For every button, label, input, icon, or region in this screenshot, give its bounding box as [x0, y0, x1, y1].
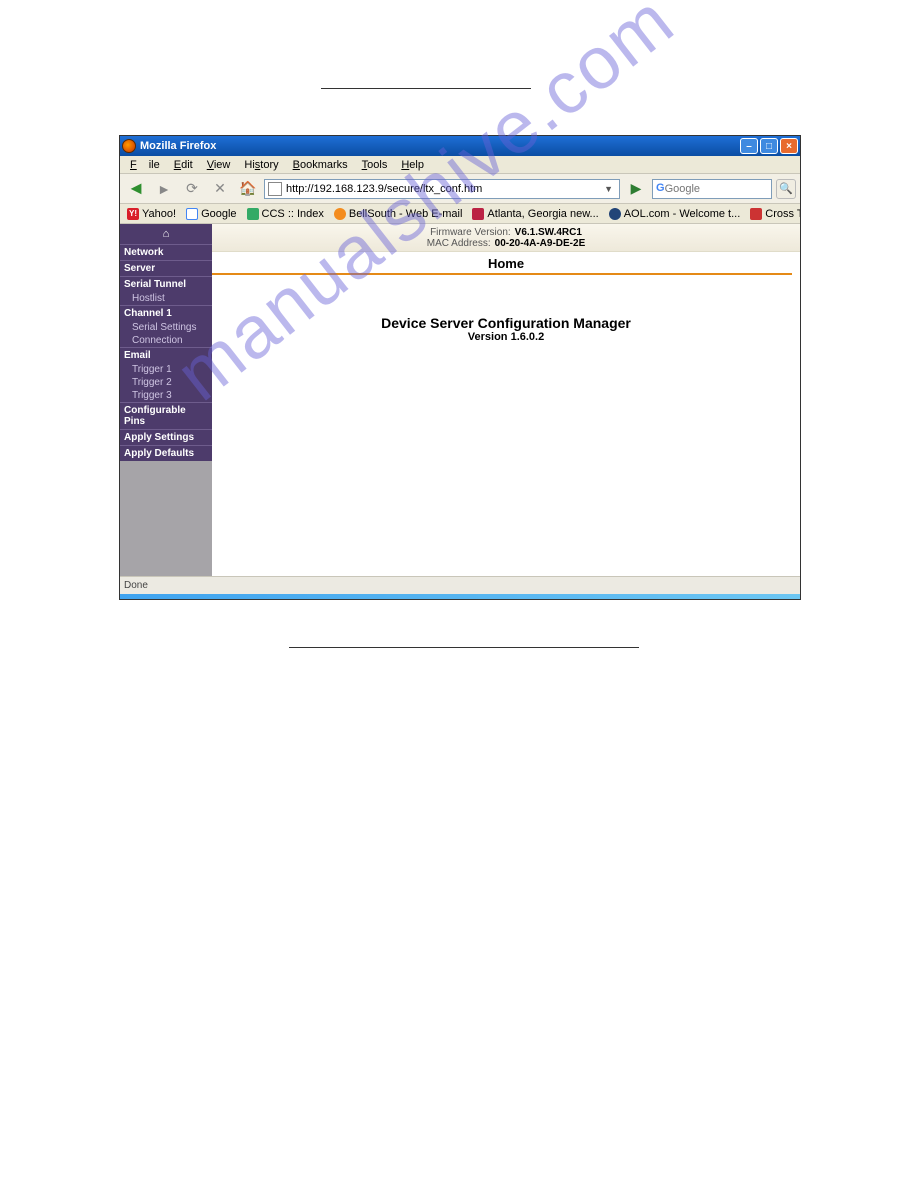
window-title: Mozilla Firefox	[140, 140, 740, 152]
url-input[interactable]	[286, 183, 601, 195]
version-text: Version 1.6.0.2	[212, 331, 800, 343]
browser-window: Mozilla Firefox – □ × File Edit View His…	[119, 135, 801, 600]
minimize-button[interactable]: –	[740, 138, 758, 154]
firmware-banner: Firmware Version: V6.1.SW.4RC1 MAC Addre…	[212, 224, 800, 252]
sidebar-home-icon[interactable]: ⌂	[120, 224, 212, 244]
main-panel: Firmware Version: V6.1.SW.4RC1 MAC Addre…	[212, 224, 800, 576]
menu-bookmarks[interactable]: Bookmarks	[287, 158, 354, 172]
page-icon	[268, 182, 282, 196]
status-text: Done	[124, 580, 148, 591]
back-arrow-icon: ◄	[127, 178, 145, 199]
sidebar-serial-settings[interactable]: Serial Settings	[120, 321, 212, 334]
url-bar[interactable]: ▼	[264, 179, 620, 199]
maximize-button[interactable]: □	[760, 138, 778, 154]
sidebar-server[interactable]: Server	[120, 260, 212, 276]
main-heading: Device Server Configuration Manager	[212, 315, 800, 331]
stop-icon: ✕	[214, 180, 226, 197]
horizontal-rule	[289, 647, 639, 648]
task-stripe	[120, 594, 800, 599]
search-box[interactable]: G	[652, 179, 772, 199]
magnifier-icon: 🔍	[779, 182, 793, 195]
page-title: Home	[212, 252, 800, 273]
go-arrow-icon: ▶	[631, 180, 642, 197]
atlanta-icon	[472, 208, 484, 220]
titlebar: Mozilla Firefox – □ ×	[120, 136, 800, 156]
aol-icon	[609, 208, 621, 220]
horizontal-rule	[321, 88, 531, 89]
page-content: ⌂ Network Server Serial Tunnel Hostlist …	[120, 224, 800, 576]
menu-edit[interactable]: Edit	[168, 158, 199, 172]
search-submit-button[interactable]: 🔍	[776, 179, 796, 199]
cross-icon	[750, 208, 762, 220]
ccs-icon	[247, 208, 259, 220]
firmware-value: V6.1.SW.4RC1	[515, 227, 582, 238]
reload-icon: ⟳	[186, 180, 198, 197]
bookmark-yahoo[interactable]: Y!Yahoo!	[124, 208, 179, 220]
forward-button[interactable]: ►	[152, 177, 176, 201]
back-button[interactable]: ◄	[124, 177, 148, 201]
reload-button[interactable]: ⟳	[180, 177, 204, 201]
forward-arrow-icon: ►	[157, 181, 171, 197]
url-dropdown-icon[interactable]: ▼	[601, 184, 616, 194]
sidebar-apply-defaults[interactable]: Apply Defaults	[120, 445, 212, 461]
sidebar-trigger2[interactable]: Trigger 2	[120, 376, 212, 389]
mac-label: MAC Address:	[427, 238, 491, 249]
sidebar: ⌂ Network Server Serial Tunnel Hostlist …	[120, 224, 212, 576]
firmware-label: Firmware Version:	[430, 227, 511, 238]
google-icon	[186, 208, 198, 220]
mac-value: 00-20-4A-A9-DE-2E	[495, 238, 586, 249]
sidebar-hostlist[interactable]: Hostlist	[120, 292, 212, 305]
sidebar-apply-settings[interactable]: Apply Settings	[120, 429, 212, 445]
google-icon: G	[656, 182, 665, 196]
bookmark-ccs[interactable]: CCS :: Index	[244, 208, 327, 220]
bookmark-google[interactable]: Google	[183, 208, 239, 220]
bookmark-aol[interactable]: AOL.com - Welcome t...	[606, 208, 744, 220]
menu-bar: File Edit View History Bookmarks Tools H…	[120, 156, 800, 174]
go-button[interactable]: ▶	[624, 177, 648, 201]
nav-toolbar: ◄ ► ⟳ ✕ 🏠 ▼ ▶ G 🔍	[120, 174, 800, 204]
menu-history[interactable]: History	[238, 158, 284, 172]
home-button[interactable]: 🏠	[236, 177, 260, 201]
home-icon: ⌂	[163, 228, 170, 240]
menu-view[interactable]: View	[201, 158, 237, 172]
sidebar-channel1[interactable]: Channel 1	[120, 305, 212, 321]
status-bar: Done	[120, 576, 800, 594]
yahoo-icon: Y!	[127, 208, 139, 220]
stop-button[interactable]: ✕	[208, 177, 232, 201]
menu-file[interactable]: File	[124, 158, 166, 172]
close-button[interactable]: ×	[780, 138, 798, 154]
sidebar-serial-tunnel[interactable]: Serial Tunnel	[120, 276, 212, 292]
sidebar-configurable-pins[interactable]: Configurable Pins	[120, 402, 212, 429]
sidebar-trigger3[interactable]: Trigger 3	[120, 389, 212, 402]
menu-tools[interactable]: Tools	[356, 158, 394, 172]
sidebar-trigger1[interactable]: Trigger 1	[120, 363, 212, 376]
home-icon: 🏠	[239, 180, 256, 197]
bookmark-bellsouth[interactable]: BellSouth - Web E-mail	[331, 208, 466, 220]
bookmarks-bar: Y!Yahoo! Google CCS :: Index BellSouth -…	[120, 204, 800, 224]
divider	[212, 273, 792, 275]
firefox-icon	[122, 139, 136, 153]
bellsouth-icon	[334, 208, 346, 220]
bookmark-cross[interactable]: Cross Technologies, I...	[747, 208, 800, 220]
sidebar-connection[interactable]: Connection	[120, 334, 212, 347]
sidebar-email[interactable]: Email	[120, 347, 212, 363]
bookmark-atlanta[interactable]: Atlanta, Georgia new...	[469, 208, 601, 220]
sidebar-network[interactable]: Network	[120, 244, 212, 260]
menu-help[interactable]: Help	[395, 158, 430, 172]
